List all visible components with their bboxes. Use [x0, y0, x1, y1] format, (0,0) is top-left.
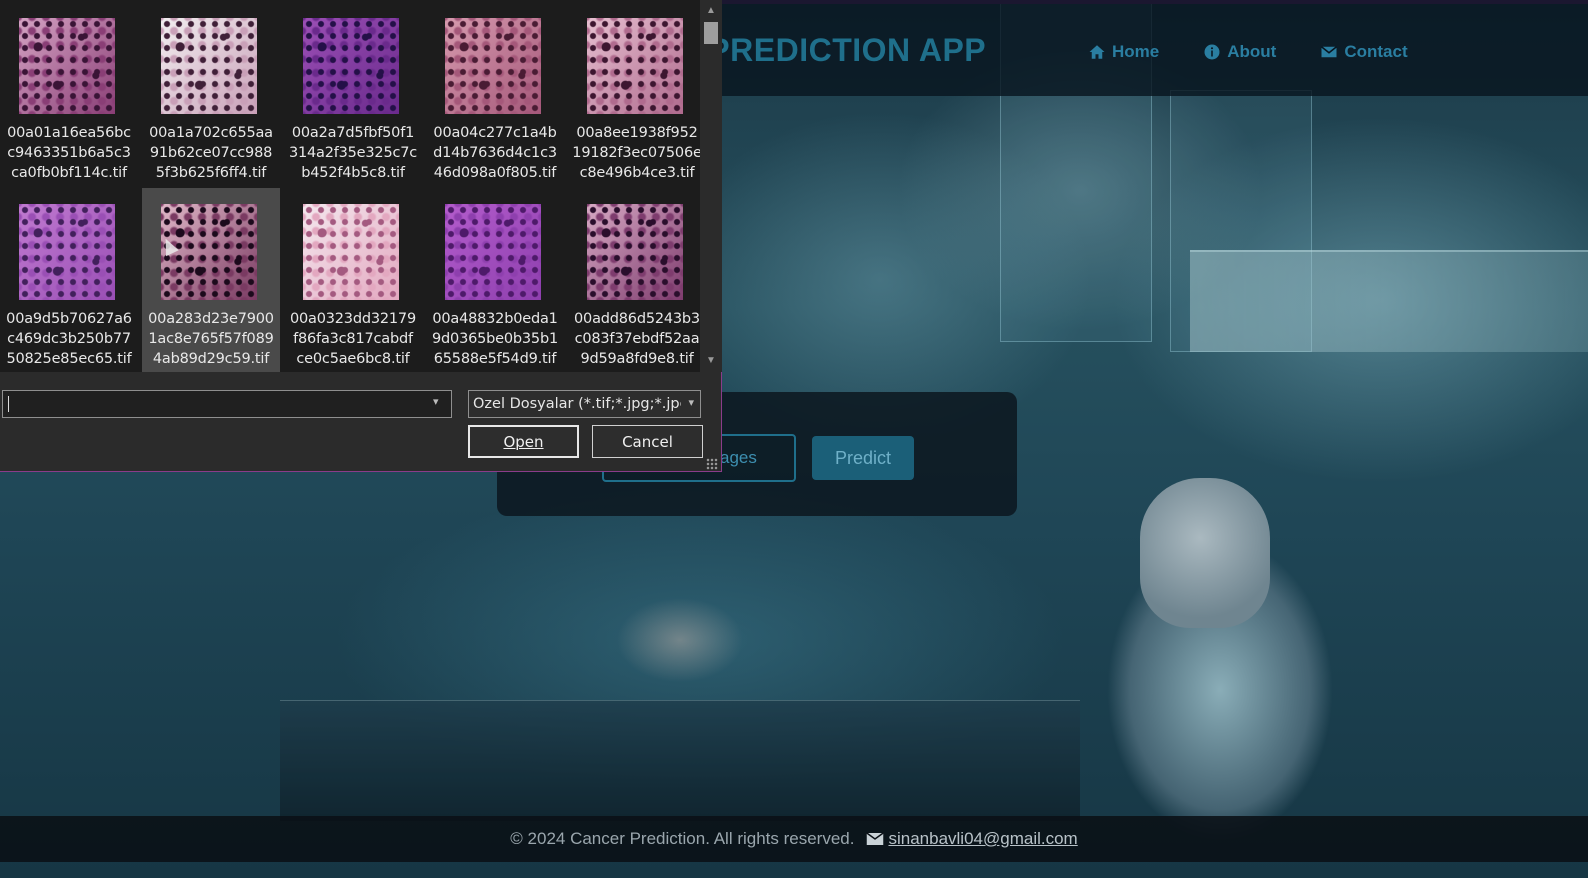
filename-input[interactable]: ▾: [2, 390, 452, 418]
nav-about[interactable]: About: [1203, 42, 1276, 62]
file-thumbnail: [161, 18, 257, 114]
file-name-line: 91b62ce07cc988: [149, 145, 273, 161]
file-name-line: c083f37ebdf52aa: [574, 331, 700, 347]
file-name-line: 00a8ee1938f952: [576, 125, 698, 141]
scientist-head: [1140, 478, 1270, 628]
file-tile[interactable]: 00a48832b0eda1 9d0365be0b35b1 65588e5f54d9…: [426, 188, 564, 372]
file-name-line: c9463351b6a5c3: [7, 145, 131, 161]
open-label: Open: [503, 432, 544, 451]
file-tile[interactable]: 00a283d23e7900 1ac8e765f57f089 4ab89d29c59…: [142, 188, 280, 372]
open-button[interactable]: Open: [468, 425, 579, 458]
scroll-thumb[interactable]: [704, 22, 718, 44]
file-name: 00a01a16ea56bc c9463351b6a5c3 ca0fb0bf114c…: [0, 123, 138, 183]
file-name-line: 19182f3ec07506e: [572, 145, 700, 161]
filetype-select[interactable]: Özel Dosyalar (*.tif;*.jpg;*.jpeg;*.png)…: [468, 390, 701, 418]
file-name-line: d14b7636d4c1c3: [433, 145, 557, 161]
file-name-line: ce0c5ae6bc8.tif: [296, 351, 410, 367]
file-name-line: 65588e5f54d9.tif: [433, 351, 557, 367]
footer: © 2024 Cancer Prediction. All rights res…: [0, 816, 1588, 862]
file-name: 00a8ee1938f952 19182f3ec07506e c8e496b4ce3…: [568, 123, 700, 183]
file-thumbnail: [587, 204, 683, 300]
nav-about-label: About: [1227, 42, 1277, 61]
footer-email-link[interactable]: sinanbavli04@gmail.com: [866, 829, 1078, 849]
footer-copyright: © 2024 Cancer Prediction. All rights res…: [510, 829, 855, 848]
file-grid-scrollbar[interactable]: ▲ ▼: [700, 0, 722, 372]
file-tile[interactable]: 00add86d5243b3 c083f37ebdf52aa 9d59a8fd9e8…: [568, 188, 700, 372]
file-name-line: 00a48832b0eda1: [432, 311, 558, 327]
file-name: 00a0323dd32179 f86fa3c817cabdf ce0c5ae6bc8…: [284, 309, 422, 369]
file-name-line: f86fa3c817cabdf: [293, 331, 413, 347]
file-tile[interactable]: 00a01a16ea56bc c9463351b6a5c3 ca0fb0bf114c…: [0, 2, 138, 190]
control-console: [280, 700, 1080, 821]
file-name: 00add86d5243b3 c083f37ebdf52aa 9d59a8fd9e8…: [568, 309, 700, 369]
file-name-line: 1ac8e765f57f089: [148, 331, 274, 347]
home-icon: [1089, 45, 1105, 59]
file-name-line: 9d59a8fd9e8.tif: [580, 351, 694, 367]
file-tile[interactable]: 00a04c277c1a4b d14b7636d4c1c3 46d098a0f805…: [426, 2, 564, 190]
file-name-line: 00a1a702c655aa: [149, 125, 273, 141]
resize-grip[interactable]: [706, 458, 718, 470]
file-name-line: 00a01a16ea56bc: [7, 125, 131, 141]
nav-home[interactable]: Home: [1088, 42, 1159, 62]
scroll-up-icon[interactable]: ▲: [705, 6, 717, 16]
file-thumbnail: [587, 18, 683, 114]
file-tile[interactable]: 00a0323dd32179 f86fa3c817cabdf ce0c5ae6bc8…: [284, 188, 422, 372]
chevron-down-icon[interactable]: ▾: [688, 396, 694, 409]
file-name-line: 4ab89d29c59.tif: [152, 351, 270, 367]
file-name-line: 50825e85ec65.tif: [6, 351, 132, 367]
file-thumbnail: [19, 204, 115, 300]
file-name-line: c469dc3b250b77: [7, 331, 131, 347]
file-name-line: 5f3b625f6ff4.tif: [155, 165, 267, 181]
cancel-button[interactable]: Cancel: [592, 425, 703, 458]
file-name-line: 314a2f35e325c7c: [288, 145, 418, 161]
file-name: 00a48832b0eda1 9d0365be0b35b1 65588e5f54d9…: [426, 309, 564, 369]
nav-contact[interactable]: Contact: [1320, 42, 1408, 62]
file-thumbnail: [303, 204, 399, 300]
file-thumbnail: [161, 204, 257, 300]
file-thumbnail: [445, 18, 541, 114]
file-name-line: 00a04c277c1a4b: [433, 125, 557, 141]
file-name-line: 46d098a0f805.tif: [433, 165, 557, 181]
file-name: 00a1a702c655aa 91b62ce07cc988 5f3b625f6ff4…: [142, 123, 280, 183]
file-name-line: 00a9d5b70627a6: [6, 311, 132, 327]
file-name-line: 00add86d5243b3: [574, 311, 700, 327]
file-thumbnail: [303, 18, 399, 114]
file-tile[interactable]: 00a1a702c655aa 91b62ce07cc988 5f3b625f6ff4…: [142, 2, 280, 190]
file-name: 00a9d5b70627a6 c469dc3b250b77 50825e85ec65…: [0, 309, 138, 369]
file-tile[interactable]: 00a2a7d5fbf50f1 314a2f35e325c7c b452f4b5c8…: [284, 2, 422, 190]
text-caret: [8, 396, 9, 412]
file-name-line: 00a2a7d5fbf50f1: [291, 125, 415, 141]
file-tile[interactable]: 00a8ee1938f952 19182f3ec07506e c8e496b4ce3…: [568, 2, 700, 190]
nav-contact-label: Contact: [1344, 42, 1408, 61]
file-open-dialog: 00a01a16ea56bc c9463351b6a5c3 ca0fb0bf114c…: [0, 0, 722, 472]
file-name: 00a04c277c1a4b d14b7636d4c1c3 46d098a0f805…: [426, 123, 564, 183]
file-name-line: c8e496b4ce3.tif: [579, 165, 695, 181]
scroll-down-icon[interactable]: ▼: [705, 356, 717, 366]
file-name-line: ca0fb0bf114c.tif: [11, 165, 127, 181]
filetype-value: Özel Dosyalar (*.tif;*.jpg;*.jpeg;*.png): [473, 396, 681, 412]
file-name-line: 00a283d23e7900: [148, 311, 274, 327]
envelope-icon: [866, 832, 885, 845]
info-icon: [1204, 44, 1220, 60]
lab-window: [1190, 250, 1588, 352]
file-thumbnail: [19, 18, 115, 114]
chevron-down-icon[interactable]: ▾: [433, 395, 445, 408]
nav-home-label: Home: [1112, 42, 1160, 61]
footer-email-text: sinanbavli04@gmail.com: [888, 829, 1078, 848]
envelope-icon: [1321, 46, 1338, 58]
file-grid: 00a01a16ea56bc c9463351b6a5c3 ca0fb0bf114c…: [0, 0, 700, 372]
file-name: 00a2a7d5fbf50f1 314a2f35e325c7c b452f4b5c8…: [284, 123, 422, 183]
file-name-line: 00a0323dd32179: [290, 311, 416, 327]
file-name-line: b452f4b5c8.tif: [301, 165, 405, 181]
file-tile[interactable]: 00a9d5b70627a6 c469dc3b250b77 50825e85ec65…: [0, 188, 138, 372]
nav-menu: Home About Contact: [1088, 42, 1452, 62]
file-name-line: 9d0365be0b35b1: [432, 331, 558, 347]
file-thumbnail: [445, 204, 541, 300]
app-title: CANCER PREDICTION APP: [714, 32, 987, 68]
file-name: 00a283d23e7900 1ac8e765f57f089 4ab89d29c59…: [142, 309, 280, 369]
predict-button[interactable]: Predict: [812, 436, 914, 480]
